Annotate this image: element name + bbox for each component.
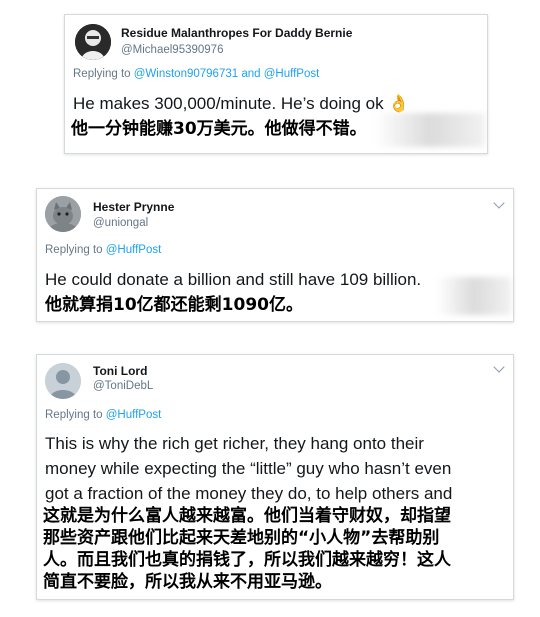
replying-to: Replying to @Winston90796731 and @HuffPo… xyxy=(73,68,319,80)
chevron-down-icon[interactable] xyxy=(493,197,505,209)
avatar[interactable] xyxy=(45,196,81,232)
display-name[interactable]: Toni Lord xyxy=(93,364,147,378)
default-profile-icon xyxy=(45,363,81,399)
tweet-translation: 他一分钟能赚30万美元。他做得不错。 xyxy=(71,119,367,139)
translation-line: 人。而且我们也真的捐钱了，所以我们越来越穷！这人 xyxy=(43,550,451,570)
avatar-cat-icon xyxy=(45,196,81,232)
tweet-card-1[interactable]: Residue Malanthropes For Daddy Bernie @M… xyxy=(64,14,488,154)
avatar[interactable] xyxy=(45,363,81,399)
translation-line: 简直不要脸，所以我从来不用亚马逊。 xyxy=(43,572,332,592)
user-handle[interactable]: @ToniDebL xyxy=(93,380,153,392)
chevron-down-icon[interactable] xyxy=(493,361,505,373)
mention-link[interactable]: @HuffPost xyxy=(106,409,162,421)
display-name[interactable]: Hester Prynne xyxy=(93,200,174,214)
tweet-text-line: money while expecting the “little” guy w… xyxy=(45,459,452,478)
tweet-text: He could donate a billion and still have… xyxy=(45,270,422,289)
avatar-photo-icon xyxy=(75,24,111,60)
translation-line: 那些资产跟他们比起来天差地别的“小人物”去帮助别 xyxy=(43,528,440,548)
mention-link[interactable]: @HuffPost xyxy=(106,244,162,256)
tweet-text: This is why the rich get richer, they ha… xyxy=(45,431,452,506)
tweet-translation: 这就是为什么富人越来越富。他们当着守财奴，却指望 那些资产跟他们比起来天差地别的… xyxy=(43,505,451,593)
mention-link[interactable]: @Winston90796731 xyxy=(134,68,238,80)
avatar[interactable] xyxy=(75,24,111,60)
replying-and: and xyxy=(241,68,261,80)
blur-artifact xyxy=(437,277,511,315)
replying-prefix: Replying to xyxy=(45,409,103,421)
replying-to: Replying to @HuffPost xyxy=(45,244,161,256)
display-name[interactable]: Residue Malanthropes For Daddy Bernie xyxy=(121,26,352,40)
mention-link[interactable]: @HuffPost xyxy=(264,68,320,80)
replying-to: Replying to @HuffPost xyxy=(45,409,161,421)
tweet-text: He makes 300,000/minute. He’s doing ok 👌 xyxy=(73,94,410,113)
blur-artifact xyxy=(375,113,485,147)
tweet-translation: 他就算捐10亿都还能剩1090亿。 xyxy=(45,295,303,315)
tweet-text-line: got a fraction of the money they do, to … xyxy=(45,484,453,503)
translation-line: 这就是为什么富人越来越富。他们当着守财奴，却指望 xyxy=(43,506,451,526)
tweet-card-3[interactable]: Toni Lord @ToniDebL Replying to @HuffPos… xyxy=(36,354,514,600)
tweet-card-2[interactable]: Hester Prynne @uniongal Replying to @Huf… xyxy=(36,188,514,322)
replying-prefix: Replying to xyxy=(45,244,103,256)
replying-prefix: Replying to xyxy=(73,68,131,80)
user-handle[interactable]: @uniongal xyxy=(93,217,148,229)
user-handle[interactable]: @Michael95390976 xyxy=(121,44,223,56)
tweet-text-line: This is why the rich get richer, they ha… xyxy=(45,434,424,453)
